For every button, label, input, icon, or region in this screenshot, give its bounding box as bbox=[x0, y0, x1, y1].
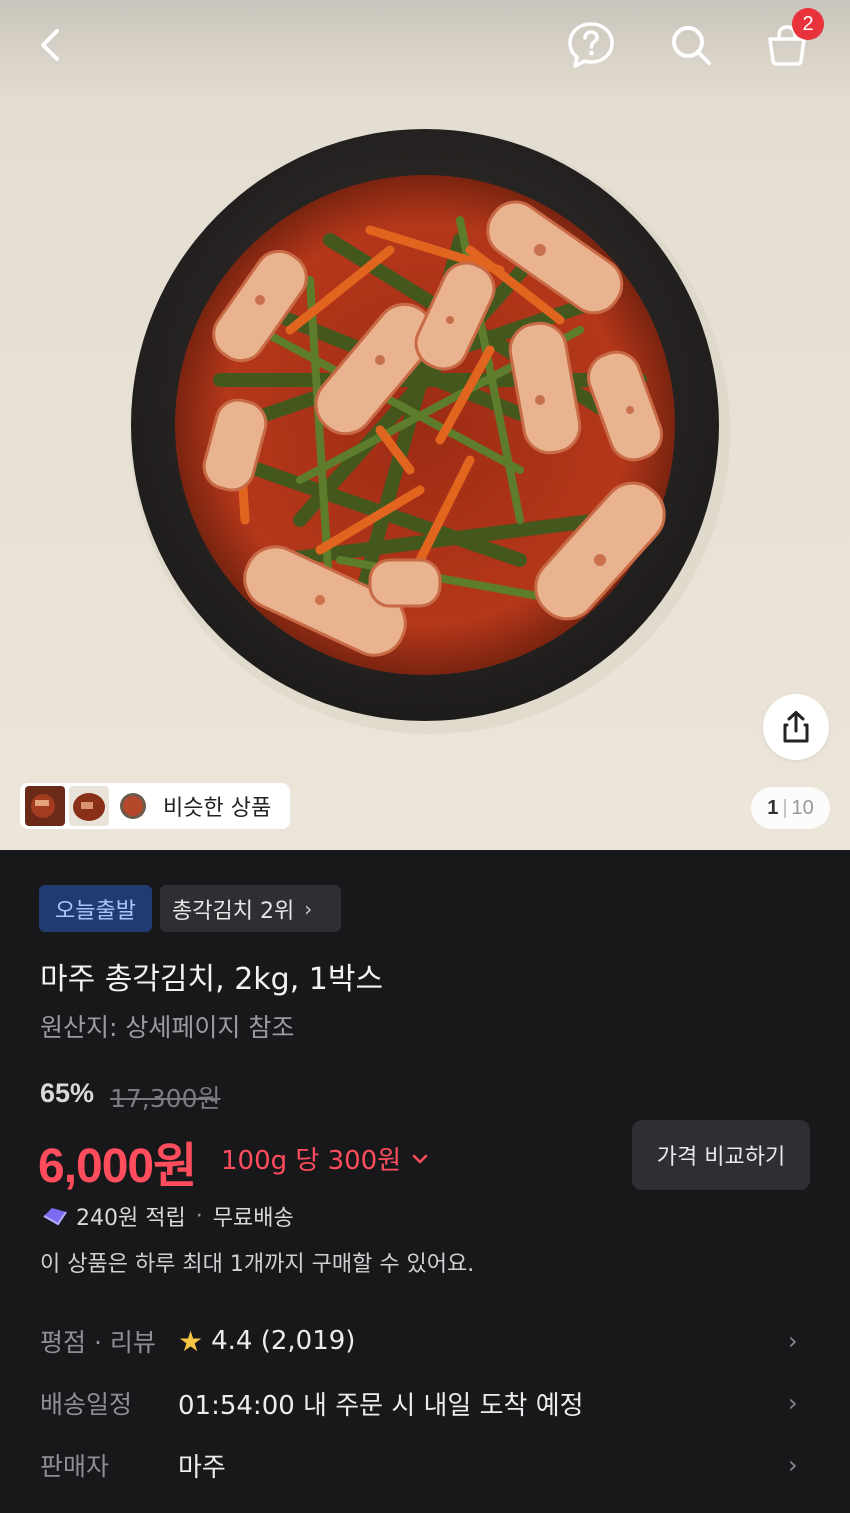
category-rank-label: 총각김치 2위 bbox=[172, 898, 295, 924]
chevron-right-icon: › bbox=[304, 896, 313, 921]
share-button[interactable] bbox=[763, 694, 829, 760]
back-button[interactable] bbox=[22, 18, 78, 72]
product-info-panel: 오늘출발 총각김치 2위 › 마주 총각김치, 2kg, 1박스 원산지: 상세… bbox=[0, 850, 850, 1513]
image-counter-separator: | bbox=[782, 796, 788, 819]
unit-price-label: 100g 당 300원 bbox=[221, 1146, 402, 1176]
chevron-right-icon: › bbox=[788, 1451, 798, 1479]
origin-info: 원산지: 상세페이지 참조 bbox=[40, 1013, 295, 1042]
rating-review-row[interactable]: 평점 · 리뷰 ★ 4.4 (2,019) › bbox=[0, 1316, 850, 1366]
share-icon bbox=[783, 711, 809, 743]
top-bar: 2 bbox=[0, 0, 850, 90]
sale-price: 6,000원 bbox=[38, 1140, 197, 1193]
price-compare-button[interactable]: 가격 비교하기 bbox=[632, 1120, 810, 1190]
product-title: 마주 총각김치, 2kg, 1박스 bbox=[40, 962, 384, 997]
search-icon bbox=[672, 26, 711, 65]
rating-value: 4.4 (2,019) bbox=[211, 1326, 356, 1356]
image-counter: 1 | 10 bbox=[751, 787, 830, 829]
star-icon: ★ bbox=[178, 1324, 204, 1358]
rating-value-wrap: ★ 4.4 (2,019) bbox=[178, 1325, 355, 1358]
similar-thumb bbox=[69, 786, 109, 826]
seller-value: 마주 bbox=[178, 1452, 226, 1483]
delivery-value: 01:54:00 내 주문 시 내일 도착 예정 bbox=[178, 1390, 584, 1421]
seller-row[interactable]: 판매자 마주 › bbox=[0, 1440, 850, 1490]
separator-dot: · bbox=[195, 1203, 203, 1229]
search-button[interactable] bbox=[662, 16, 720, 74]
delivery-schedule-row[interactable]: 배송일정 01:54:00 내 주문 시 내일 도착 예정 › bbox=[0, 1378, 850, 1428]
product-photo bbox=[130, 129, 730, 734]
chevron-right-icon: › bbox=[788, 1327, 798, 1355]
back-arrow-icon bbox=[41, 29, 59, 61]
chevron-down-icon bbox=[412, 1154, 428, 1163]
free-shipping: 무료배송 bbox=[212, 1206, 294, 1231]
purchase-limit-notice: 이 상품은 하루 최대 1개까지 구매할 수 있어요. bbox=[40, 1252, 475, 1277]
category-rank-tag[interactable]: 총각김치 2위 › bbox=[160, 885, 341, 932]
help-icon bbox=[568, 22, 614, 68]
similar-thumb bbox=[25, 786, 65, 826]
discount-rate: 65% bbox=[40, 1078, 95, 1108]
delivery-key: 배송일정 bbox=[40, 1390, 133, 1419]
product-image-carousel[interactable]: 2 비슷한 상품 1 | 10 bbox=[0, 0, 850, 850]
unit-price-dropdown[interactable]: 100g 당 300원 bbox=[221, 1140, 429, 1177]
reward-coin-icon bbox=[43, 1208, 67, 1226]
seller-key: 판매자 bbox=[40, 1452, 110, 1481]
reward-points: 240원 적립 bbox=[76, 1206, 186, 1231]
image-counter-total: 10 bbox=[791, 796, 814, 819]
today-shipping-tag[interactable]: 오늘출발 bbox=[39, 885, 152, 932]
cart-count-badge: 2 bbox=[792, 8, 824, 40]
chevron-right-icon: › bbox=[788, 1389, 798, 1417]
rating-key: 평점 · 리뷰 bbox=[40, 1328, 156, 1357]
similar-products-button[interactable]: 비슷한 상품 bbox=[20, 783, 290, 829]
original-price: 17,300원 bbox=[110, 1084, 221, 1113]
reward-shipping-row: 240원 적립 · 무료배송 bbox=[40, 1200, 294, 1232]
image-counter-current: 1 bbox=[767, 796, 779, 819]
help-button[interactable] bbox=[562, 16, 620, 74]
similar-products-label: 비슷한 상품 bbox=[163, 796, 272, 821]
similar-thumb bbox=[113, 786, 153, 826]
